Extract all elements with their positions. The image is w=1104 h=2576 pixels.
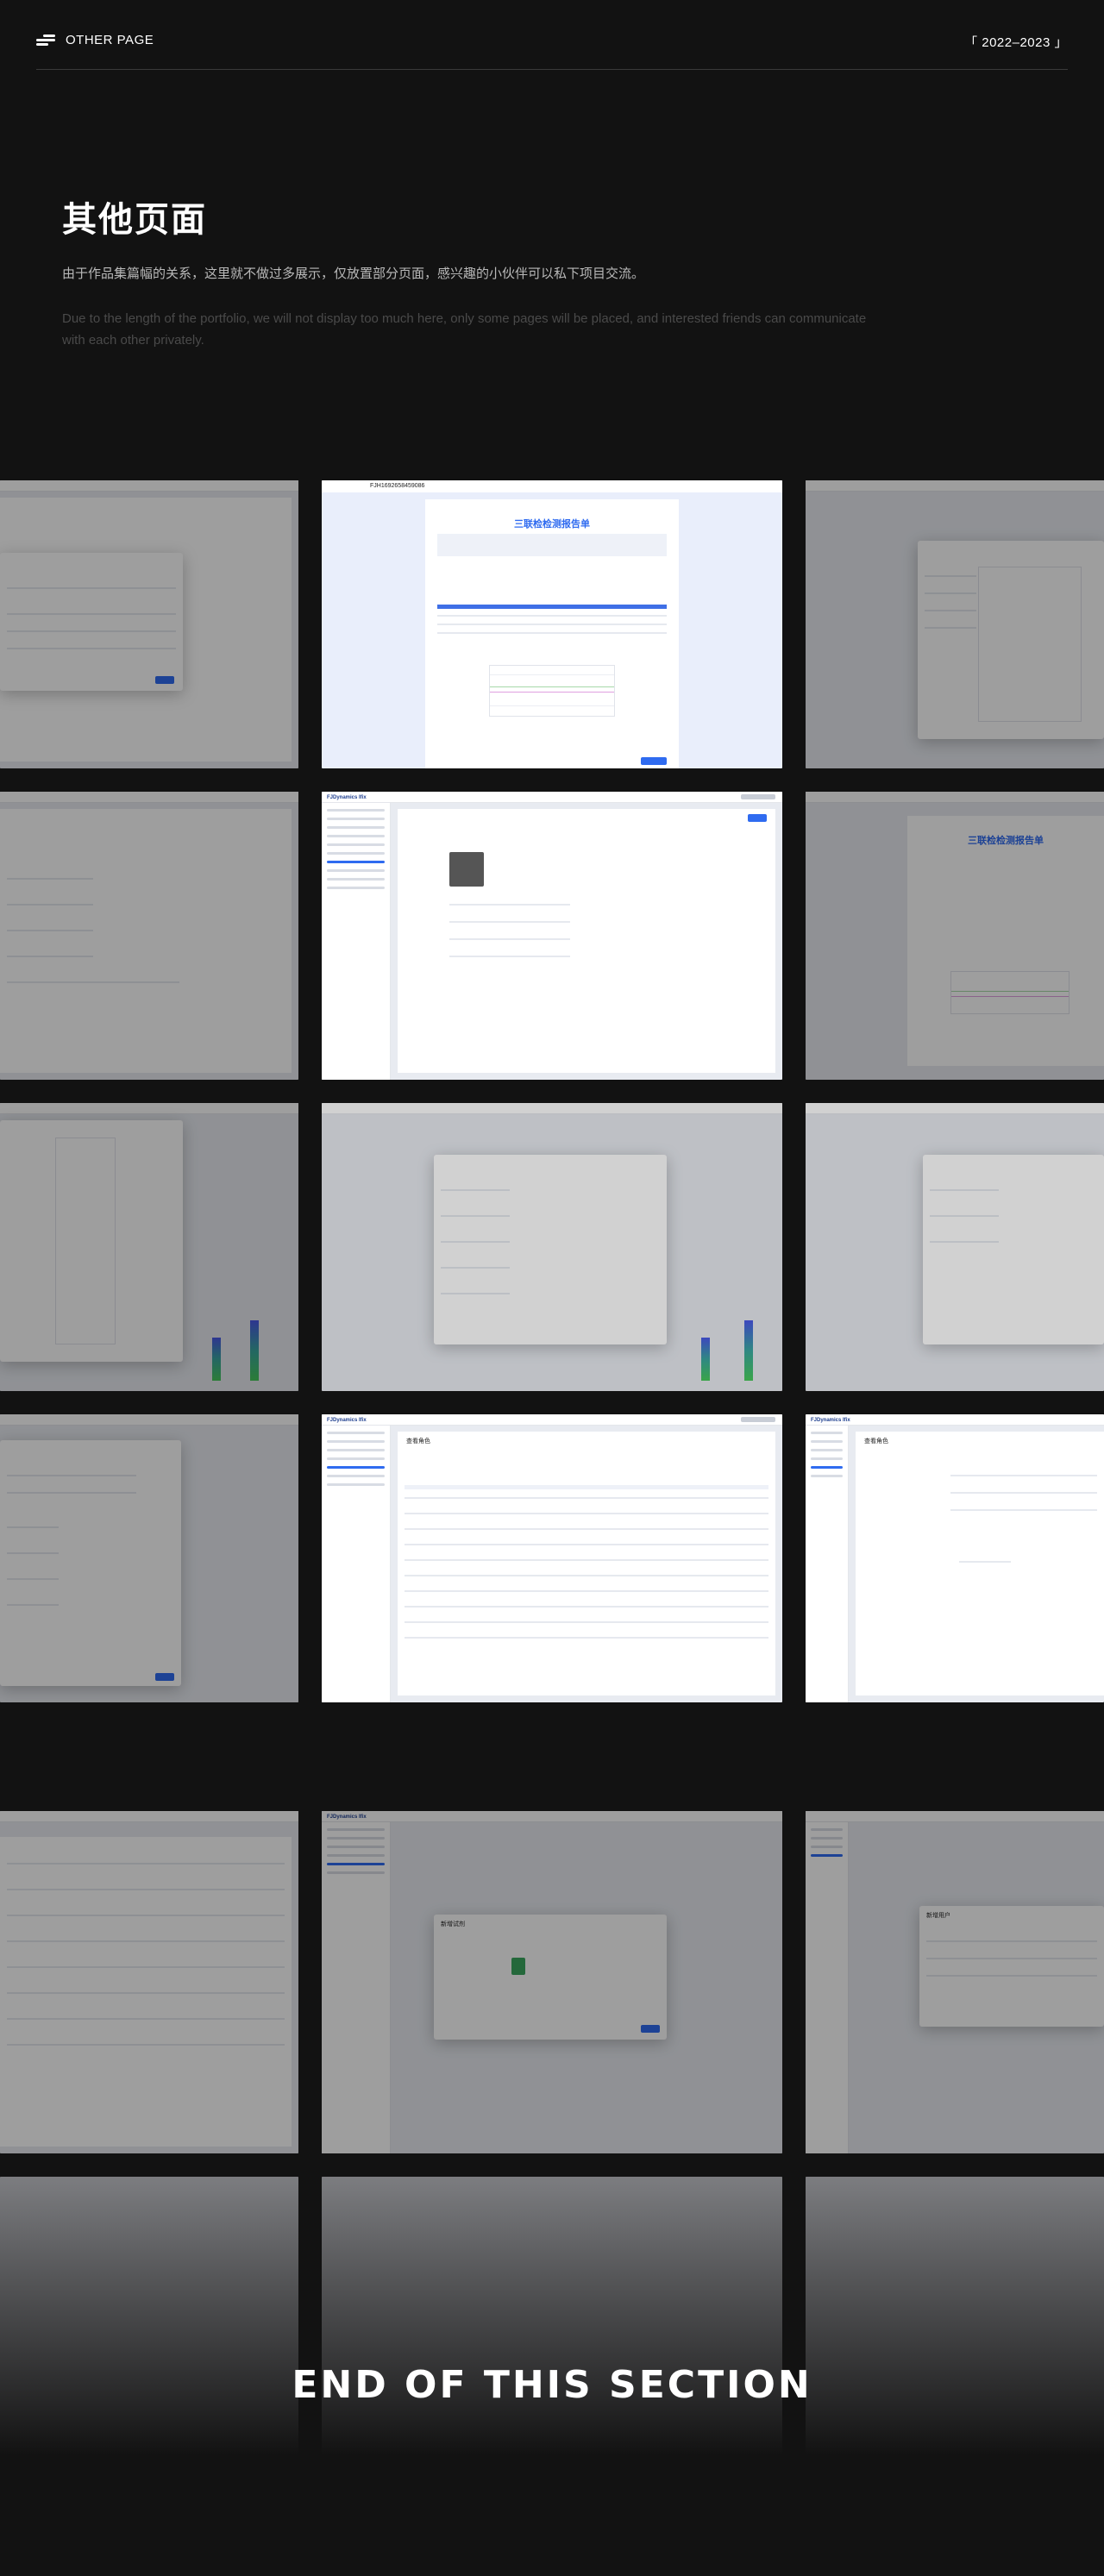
screenshot-role-detail: FJDynamics Ifix 查看角色 xyxy=(806,1414,1104,1702)
screenshot-report-preview: 三联检检测报告单 xyxy=(806,792,1104,1080)
screenshot-device-report-list xyxy=(806,480,1104,768)
top-bar: OTHER PAGE 「 2022–2023 」 xyxy=(36,29,1068,71)
brand: OTHER PAGE xyxy=(36,33,154,47)
add-test-title: 新增试剂 xyxy=(441,1921,465,1927)
role-title: 查看角色 xyxy=(406,1438,430,1445)
brand-logo-icon xyxy=(36,34,55,47)
description-cn: 由于作品集篇幅的关系，这里就不做过多展示，仅放置部分页面，感兴趣的小伙伴可以私下… xyxy=(62,266,645,281)
header-divider xyxy=(36,69,1068,70)
description-en: Due to the length of the portfolio, we w… xyxy=(62,311,867,348)
screenshot-report-modal: FJH1692658459086 三联检检测报告单 xyxy=(322,480,782,768)
add-user-title: 新增用户 xyxy=(926,1913,950,1919)
intro-section: 其他页面 由于作品集篇幅的关系，这里就不做过多展示，仅放置部分页面，感兴趣的小伙… xyxy=(62,191,925,351)
page-title: 其他页面 xyxy=(62,201,207,239)
screenshot-role-tree xyxy=(0,1414,298,1702)
screenshot-company-dialog xyxy=(0,480,298,768)
screenshot-role-users: FJDynamics Ifix 查看角色 xyxy=(322,1414,782,1702)
end-of-section-label: END OF THIS SECTION xyxy=(292,2363,812,2407)
report-title: 三联检检测报告单 xyxy=(514,519,590,530)
year-range: 「 2022–2023 」 xyxy=(964,35,1068,50)
brand-label: OTHER PAGE xyxy=(66,33,154,47)
screenshot-message-detail xyxy=(806,1103,1104,1391)
screenshot-message-panel xyxy=(322,1103,782,1391)
screenshot-basic-info: FJDynamics Ifix xyxy=(322,792,782,1080)
screenshot-device-table xyxy=(0,1811,298,2153)
screenshot-report-zoom xyxy=(0,1103,298,1391)
screenshot-add-reagent: FJDynamics Ifix 新增试剂 xyxy=(322,1811,782,2153)
report-id: FJH1692658459086 xyxy=(370,483,425,489)
screenshot-user-form xyxy=(0,792,298,1080)
screenshot-add-user: 新增用户 xyxy=(806,1811,1104,2153)
